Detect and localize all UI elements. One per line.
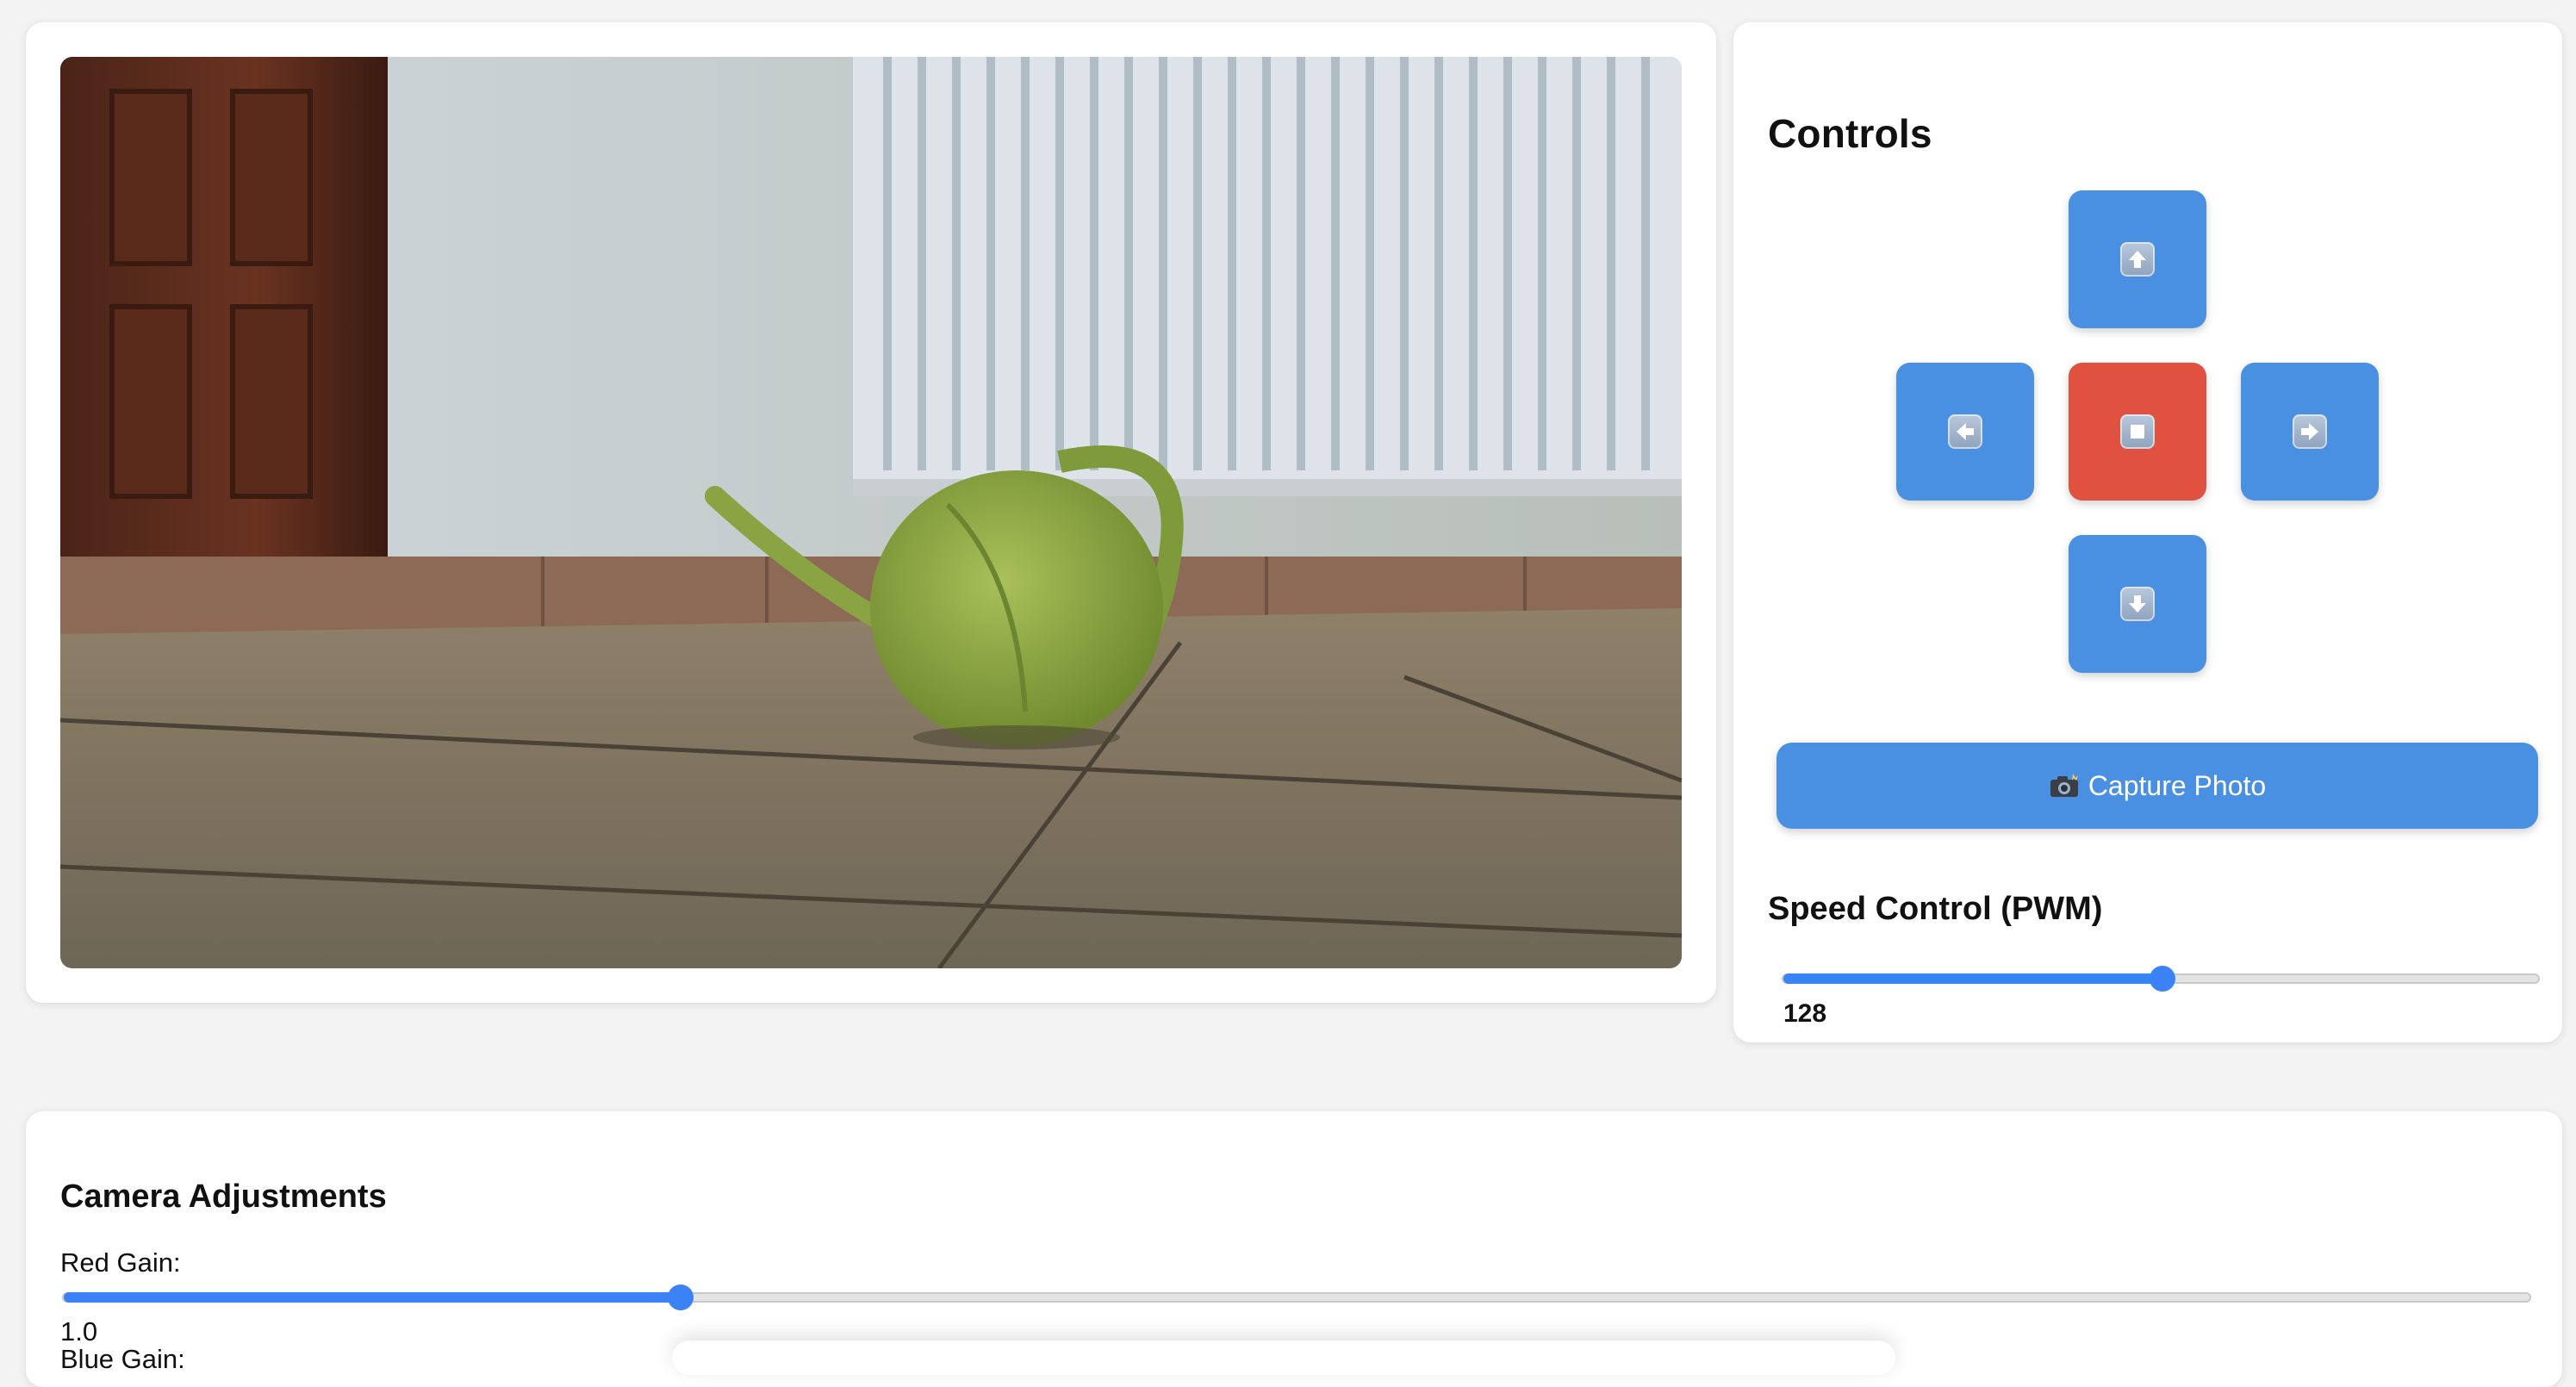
down-arrow-icon <box>2120 587 2155 621</box>
red-gain-slider-thumb[interactable] <box>667 1284 694 1310</box>
controls-card: Controls Capture Photo Speed Control (PW… <box>1733 22 2562 1042</box>
speed-slider-thumb[interactable] <box>2149 966 2175 992</box>
capture-photo-button[interactable]: Capture Photo <box>1776 743 2538 829</box>
video-card <box>26 22 1716 1003</box>
camera-feed <box>60 57 1682 968</box>
red-gain-slider-fill <box>64 1292 681 1303</box>
capture-photo-label: Capture Photo <box>2088 769 2267 801</box>
speed-control-title: Speed Control (PWM) <box>1768 891 2103 927</box>
turn-left-button[interactable] <box>1896 363 2034 501</box>
red-gain-slider[interactable] <box>62 1284 2531 1310</box>
turn-right-button[interactable] <box>2241 363 2379 501</box>
stop-square-icon <box>2120 414 2155 449</box>
speed-slider-fill <box>1783 973 2162 984</box>
speed-slider[interactable] <box>1782 966 2540 992</box>
stop-button[interactable] <box>2069 363 2206 501</box>
bottom-overlay-panel <box>672 1340 1895 1375</box>
move-backward-button[interactable] <box>2069 535 2206 673</box>
move-forward-button[interactable] <box>2069 190 2206 328</box>
camera-feed-image <box>60 57 1682 968</box>
camera-flash-icon <box>2049 773 2080 799</box>
red-gain-label: Red Gain: <box>60 1247 181 1278</box>
right-arrow-icon <box>2293 414 2327 449</box>
camera-adjustments-title: Camera Adjustments <box>60 1179 387 1215</box>
left-arrow-icon <box>1948 414 1982 449</box>
blue-gain-label: Blue Gain: <box>60 1344 185 1374</box>
up-arrow-icon <box>2120 242 2155 277</box>
speed-value: 128 <box>1783 999 1827 1028</box>
red-gain-value: 1.0 <box>60 1316 98 1347</box>
controls-title: Controls <box>1768 111 1932 156</box>
